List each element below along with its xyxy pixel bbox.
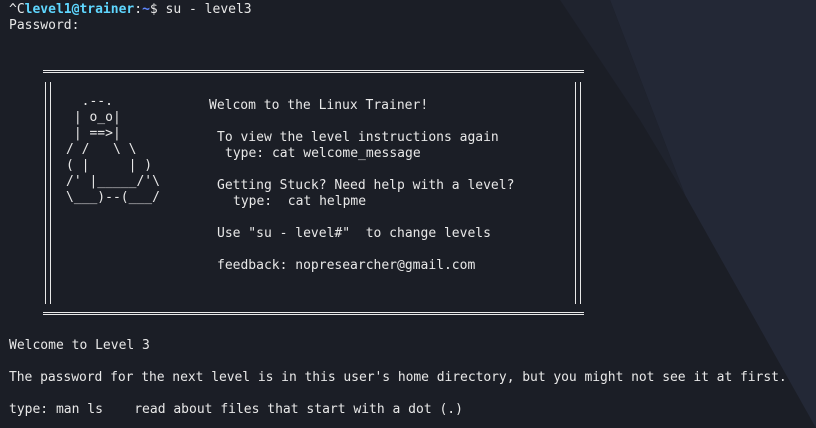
- level-welcome-text: Welcome to Level 3: [9, 338, 150, 353]
- banner-stuck-line2: type: cat helpme: [233, 194, 367, 209]
- tux-ascii-art: .--. | o_o| | ==>| / / \ \ ( | | ) /' |_…: [66, 94, 160, 205]
- banner-instructions-line1: To view the level instructions again: [217, 130, 499, 145]
- password-hint-text: The password for the next level is in th…: [9, 370, 787, 385]
- prompt-ctrl: ^C: [9, 2, 25, 17]
- banner-su-hint: Use "su - level#" to change levels: [217, 226, 491, 241]
- prompt-symbol: $: [149, 2, 158, 17]
- banner-stuck-line1: Getting Stuck? Need help with a level?: [217, 178, 515, 193]
- type-hint-text: type: man ls read about files that start…: [9, 402, 463, 417]
- background-graphic: [560, 0, 816, 428]
- password-prompt: Password:: [9, 18, 80, 33]
- banner-left-border: [45, 82, 51, 304]
- terminal-window[interactable]: ^Clevel1@trainer:~$ su - level3 Password…: [0, 0, 816, 428]
- banner-welcome: Welcom to the Linux Trainer!: [209, 98, 429, 113]
- banner-feedback: feedback: nopresearcher@gmail.com: [217, 258, 476, 273]
- prompt-user: level1@trainer: [24, 2, 135, 17]
- banner-right-border: [575, 82, 581, 304]
- banner-instructions-line2: type: cat welcome_message: [225, 146, 421, 161]
- banner-bottom-rule: [43, 312, 584, 315]
- prompt-path: ~: [142, 2, 150, 17]
- command-text: su - level3: [157, 2, 252, 17]
- prompt-line: ^Clevel1@trainer:~$ su - level3: [9, 2, 252, 18]
- prompt-separator: :: [134, 2, 143, 17]
- banner-top-rule: [43, 70, 584, 73]
